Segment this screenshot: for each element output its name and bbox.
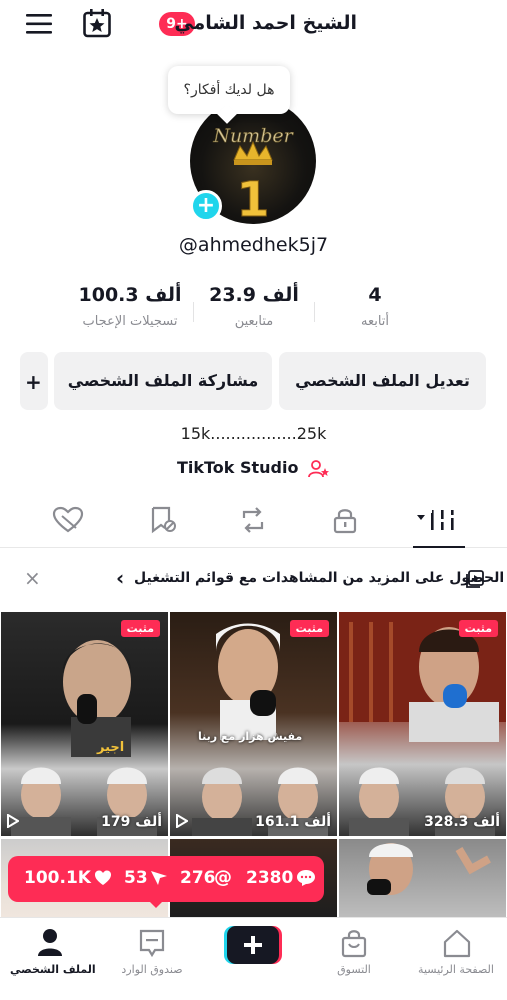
video-caption: مفيش هزار مع ربنا [198, 730, 303, 743]
video-caption: اجير [97, 740, 125, 755]
shopping-bag-icon [340, 928, 368, 958]
toast-pointer [148, 900, 164, 908]
edit-profile-button[interactable]: تعديل الملف الشخصي [279, 352, 486, 410]
profile-tabs [0, 500, 507, 548]
mentions-count: 276 [180, 868, 216, 888]
bottom-navigation: الملف الشخصي صندوق الوارد التسوق الصفحة … [0, 917, 507, 1000]
close-icon[interactable]: × [24, 566, 41, 590]
follower-range: 15k.................25k [180, 424, 327, 443]
view-count: 179 ألف [101, 814, 162, 830]
at-mention-icon: @ [214, 867, 232, 888]
view-count: 161.1 ألف [255, 814, 331, 830]
shares-count: 53 [124, 868, 148, 888]
calendar-star-icon[interactable] [82, 8, 112, 38]
stat-value: 4 [368, 284, 382, 306]
nav-label: التسوق [337, 963, 371, 976]
tab-reposts[interactable] [238, 506, 278, 536]
tiktok-studio-link[interactable]: TikTok Studio [0, 458, 507, 479]
pinned-badge: مثبت [120, 620, 160, 637]
play-icon [7, 814, 19, 828]
nav-inbox[interactable]: صندوق الوارد [102, 918, 202, 998]
promo-text: الحصول على المزيد من المشاهدات مع قوائم … [134, 570, 505, 586]
grid-dropdown-icon [415, 506, 465, 534]
home-icon [442, 928, 472, 958]
likes-count: 100.1K [24, 868, 91, 888]
stat-divider [314, 302, 315, 322]
person-icon [36, 928, 64, 958]
view-count: 328.3 ألف [424, 814, 500, 830]
heart-hidden-icon [52, 506, 92, 534]
tab-private[interactable] [332, 506, 372, 536]
video-thumbnail[interactable]: مثبت 328.3 ألف [339, 612, 506, 836]
bookmark-hidden-icon [148, 506, 188, 534]
pinned-badge: مثبت [289, 620, 329, 637]
profile-name[interactable]: الشيخ احمد الشامي [174, 12, 357, 34]
repost-icon [238, 506, 278, 534]
menu-icon[interactable] [26, 12, 52, 36]
tab-videos[interactable] [415, 506, 465, 536]
playlist-promo-banner[interactable]: × ‹ الحصول على المزيد من المشاهدات مع قو… [0, 560, 507, 600]
video-thumbnail[interactable]: مفيش هزار مع ربنا مثبت 161.1 ألف [170, 612, 337, 836]
video-thumbnail[interactable]: اجير مثبت 179 ألف [1, 612, 168, 836]
nav-home[interactable]: الصفحة الرئيسية [406, 918, 506, 998]
inbox-icon [138, 928, 166, 958]
add-friend-plus: + [25, 370, 42, 394]
nav-create[interactable] [224, 926, 282, 964]
nav-label: الملف الشخصي [10, 963, 96, 976]
engagement-toast[interactable]: 100.1K 53 276 @ 2380 [8, 856, 324, 908]
play-icon [176, 814, 188, 828]
stat-followers[interactable]: 23.9 ألف متابعين [194, 284, 314, 329]
playlist-icon [466, 570, 484, 588]
nav-label: صندوق الوارد [121, 963, 183, 976]
stat-label: أتابعه [360, 314, 390, 329]
active-tab-indicator [413, 546, 465, 548]
tab-liked[interactable] [52, 506, 92, 536]
nav-profile[interactable]: الملف الشخصي [0, 918, 100, 998]
stat-value: 100.3 ألف [78, 284, 182, 306]
stat-likes[interactable]: 100.3 ألف تسجيلات الإعجاب [70, 284, 190, 329]
lock-icon [332, 506, 372, 534]
chevron-left-icon: ‹ [116, 566, 125, 590]
share-arrow-icon [150, 869, 168, 887]
stat-following[interactable]: 4 أتابعه [335, 284, 415, 329]
username-handle: @ahmedhek5j7 [178, 234, 329, 256]
add-avatar-button[interactable]: + [190, 190, 222, 222]
svg-text:1: 1 [236, 172, 269, 224]
pinned-badge: مثبت [458, 620, 498, 637]
person-star-icon [308, 459, 330, 479]
tab-favorites[interactable] [148, 506, 188, 536]
stat-label: تسجيلات الإعجاب [82, 314, 178, 329]
stat-value: 23.9 ألف [209, 284, 299, 306]
stat-label: متابعين [234, 314, 274, 329]
heart-icon [94, 869, 112, 887]
comment-bubble-icon [296, 869, 316, 887]
plus-create-icon [224, 926, 282, 964]
share-profile-button[interactable]: مشاركة الملف الشخصي [54, 352, 272, 410]
nav-shop[interactable]: التسوق [304, 918, 404, 998]
ideas-bubble[interactable]: هل لديك أفكار؟ [168, 66, 290, 114]
video-thumbnail[interactable] [339, 839, 506, 917]
nav-label: الصفحة الرئيسية [418, 963, 494, 976]
comments-count: 2380 [246, 868, 294, 888]
studio-label: TikTok Studio [176, 458, 299, 477]
